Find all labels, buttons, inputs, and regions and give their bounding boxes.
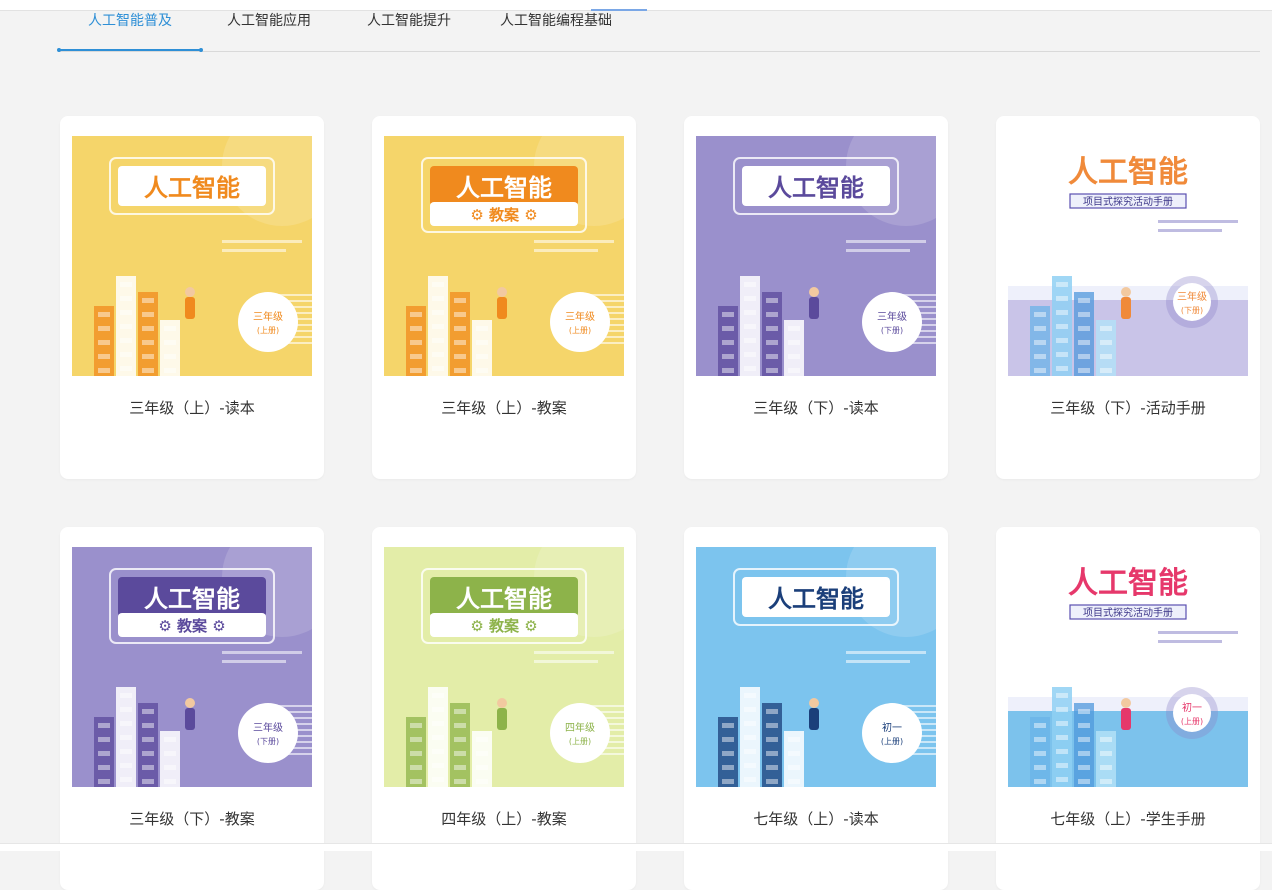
cover-grade-badge: 初一	[882, 721, 902, 734]
cover-volume-badge: (上册)	[257, 326, 279, 335]
book-cover-image: 人工智能初一 (上册)	[696, 547, 936, 787]
book-title: 三年级（下）-教案	[129, 810, 255, 828]
cover-title: 人工智能	[456, 585, 552, 613]
cover-subtitle: ⚙ 教案 ⚙	[158, 617, 225, 635]
cover-subtitle: ⚙ 教案 ⚙	[470, 206, 537, 224]
cover-volume-badge: (下册)	[881, 326, 903, 335]
tabs-divider	[58, 51, 1260, 52]
cover-art: 人工智能三年级 (上册)	[72, 136, 312, 376]
book-cover-image: 人工智能 ⚙ 教案 ⚙ 三年级 (上册)	[384, 136, 624, 376]
category-tabs: 人工智能普及 人工智能应用 人工智能提升 人工智能编程基础	[57, 0, 1260, 52]
active-tab-indicator	[57, 48, 203, 52]
cover-title: 人工智能	[456, 174, 552, 202]
book-title: 三年级（上）-读本	[129, 399, 255, 417]
cover-grade-badge: 四年级	[565, 721, 595, 734]
book-card[interactable]: 人工智能初一 (上册) 七年级（上）-读本	[684, 527, 948, 890]
cover-volume-badge: (下册)	[1181, 306, 1203, 315]
cover-title: 人工智能	[144, 585, 240, 613]
tab-ai-advanced[interactable]: 人工智能提升	[367, 10, 451, 30]
book-card[interactable]: 人工智能三年级 (下册) 三年级（下）-读本	[684, 116, 948, 479]
book-card[interactable]: 人工智能 ⚙ 教案 ⚙ 四年级 (上册) 四年级（上）-教案	[372, 527, 636, 890]
cover-grade-badge: 三年级	[1177, 290, 1207, 303]
cover-volume-badge: (上册)	[569, 737, 591, 746]
cover-grade-badge: 三年级	[877, 310, 907, 323]
tab-ai-popularization[interactable]: 人工智能普及	[88, 10, 172, 30]
book-title: 七年级（上）-读本	[753, 810, 879, 828]
cover-art: 人工智能 ⚙ 教案 ⚙ 三年级 (上册)	[384, 136, 624, 376]
book-title: 三年级（上）-教案	[441, 399, 567, 417]
cover-grade-badge: 三年级	[565, 310, 595, 323]
cover-grade-badge: 三年级	[253, 310, 283, 323]
book-cover-image: 人工智能三年级 (上册)	[72, 136, 312, 376]
cover-art: 人工智能三年级 (下册)	[696, 136, 936, 376]
book-title: 三年级（下）-读本	[753, 399, 879, 417]
book-cover-image: 人工智能三年级 (下册)	[696, 136, 936, 376]
book-cover-image: 人工智能项目式探究活动手册初一 (上册)	[1008, 547, 1248, 787]
cover-art: 人工智能项目式探究活动手册三年级 (下册)	[1008, 136, 1248, 376]
cover-title: 人工智能	[768, 585, 864, 613]
cover-art: 人工智能 ⚙ 教案 ⚙ 三年级 (下册)	[72, 547, 312, 787]
cover-subtitle: ⚙ 教案 ⚙	[470, 617, 537, 635]
cover-title: 人工智能	[1068, 155, 1188, 190]
tab-ai-programming-basics[interactable]: 人工智能编程基础	[500, 10, 612, 30]
cover-volume-badge: (下册)	[257, 737, 279, 746]
cover-volume-badge: (上册)	[569, 326, 591, 335]
book-cover-image: 人工智能 ⚙ 教案 ⚙ 三年级 (下册)	[72, 547, 312, 787]
cover-art: 人工智能项目式探究活动手册初一 (上册)	[1008, 547, 1248, 787]
cover-art: 人工智能初一 (上册)	[696, 547, 936, 787]
cover-volume-badge: (上册)	[1181, 717, 1203, 726]
book-card[interactable]: 人工智能项目式探究活动手册三年级 (下册) 三年级（下）-活动手册	[996, 116, 1260, 479]
cover-title: 人工智能	[1068, 566, 1188, 601]
book-card[interactable]: 人工智能三年级 (上册) 三年级（上）-读本	[60, 116, 324, 479]
cover-volume-badge: (上册)	[881, 737, 903, 746]
cover-grade-badge: 初一	[1182, 701, 1202, 714]
book-title: 七年级（上）-学生手册	[1050, 810, 1206, 828]
book-title: 三年级（下）-活动手册	[1050, 399, 1206, 417]
book-cover-image: 人工智能项目式探究活动手册三年级 (下册)	[1008, 136, 1248, 376]
cover-title: 人工智能	[768, 174, 864, 202]
cover-art: 人工智能 ⚙ 教案 ⚙ 四年级 (上册)	[384, 547, 624, 787]
cover-subtitle: 项目式探究活动手册	[1083, 606, 1173, 619]
book-title: 四年级（上）-教案	[441, 810, 567, 828]
cover-subtitle: 项目式探究活动手册	[1083, 195, 1173, 208]
book-card[interactable]: 人工智能 ⚙ 教案 ⚙ 三年级 (下册) 三年级（下）-教案	[60, 527, 324, 890]
cover-title: 人工智能	[144, 174, 240, 202]
book-card[interactable]: 人工智能 ⚙ 教案 ⚙ 三年级 (上册) 三年级（上）-教案	[372, 116, 636, 479]
tab-ai-application[interactable]: 人工智能应用	[227, 10, 311, 30]
cover-grade-badge: 三年级	[253, 721, 283, 734]
book-cover-image: 人工智能 ⚙ 教案 ⚙ 四年级 (上册)	[384, 547, 624, 787]
book-card[interactable]: 人工智能项目式探究活动手册初一 (上册) 七年级（上）-学生手册	[996, 527, 1260, 890]
